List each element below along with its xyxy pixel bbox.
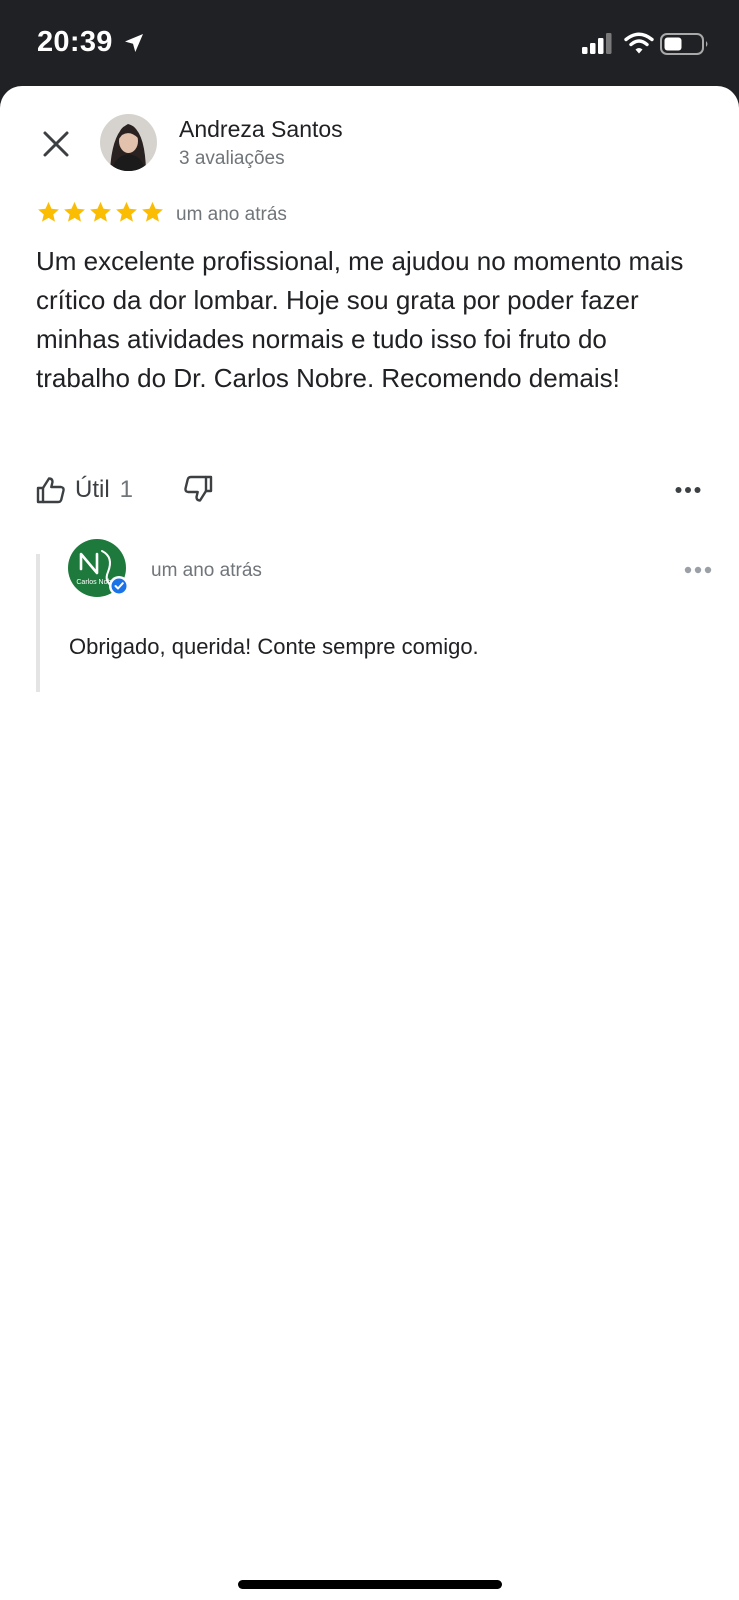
review-more-options-button[interactable] [670,474,706,506]
more-horizontal-icon [684,566,712,574]
helpful-button[interactable]: Útil 1 [36,470,133,510]
reply-time: um ano atrás [151,560,262,581]
helpful-count: 1 [119,476,134,503]
star-icon [38,201,59,222]
star-icon [142,201,163,222]
status-bar: 20:39 [0,0,739,86]
review-actions: Útil 1 [36,470,706,510]
wifi-icon [624,32,654,54]
home-indicator[interactable] [238,1580,502,1589]
reply-more-options-button[interactable] [680,554,716,586]
thumbs-up-icon [36,477,65,504]
owner-logo[interactable]: Carlos Nobre [68,539,130,601]
more-horizontal-icon [675,487,701,493]
location-arrow-icon [125,34,143,52]
reviewer-name[interactable]: Andreza Santos [179,116,343,143]
thumbs-down-icon [184,475,213,502]
cellular-signal-icon [582,33,612,54]
review-text: Um excelente profissional, me ajudou no … [36,246,684,393]
battery-icon [660,33,708,55]
star-rating [36,200,165,226]
star-icon [64,201,85,222]
review-sheet: Andreza Santos 3 avaliações um ano atrás… [0,86,739,1600]
star-icon [90,201,111,222]
reply-text: Obrigado, querida! Conte sempre comigo. [69,634,479,659]
close-button[interactable] [36,124,76,164]
review-time: um ano atrás [176,204,287,225]
helpful-label: Útil [75,476,110,503]
not-helpful-button[interactable] [183,474,215,506]
star-icon [116,201,137,222]
owner-reply: Carlos Nobre um ano atrás Obrigado, quer… [36,539,716,692]
reviewer-avatar[interactable] [100,114,157,171]
avatar-photo [100,114,157,171]
status-time: 20:39 [37,26,113,58]
reviewer-review-count: 3 avaliações [179,148,285,169]
close-icon [43,131,69,157]
